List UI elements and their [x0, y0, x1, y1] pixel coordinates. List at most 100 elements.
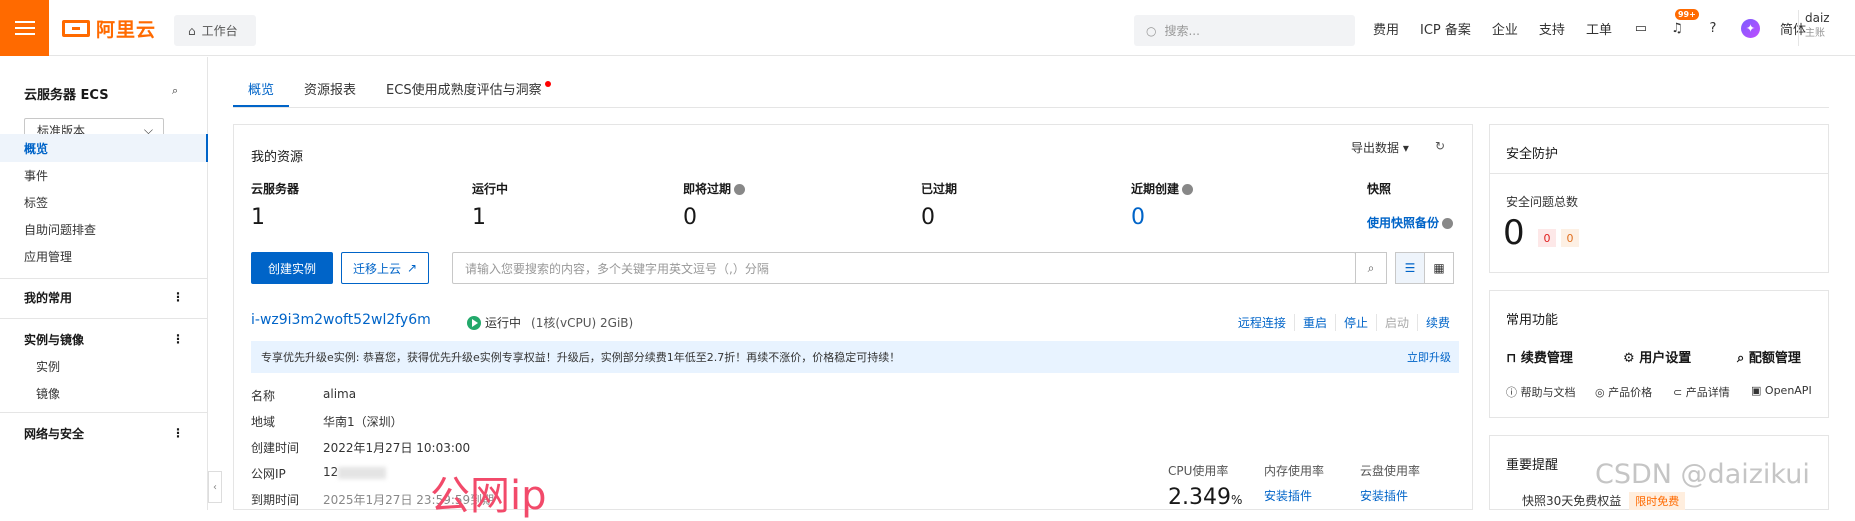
- refresh-icon[interactable]: ↻: [1435, 139, 1445, 153]
- sidebar: 云服务器 ECS ⌕ 标准版本 ⌵ 概览 事件 标签 自助问题排查 应用管理 我的…: [0, 57, 208, 510]
- instance-id-link[interactable]: i-wz9i3m2woft52wl2fy6m: [251, 312, 431, 328]
- more-icon[interactable]: ⋮: [172, 290, 184, 304]
- reminder-title: 重要提醒: [1506, 458, 1559, 473]
- help-icon[interactable]: ?: [1705, 20, 1721, 36]
- link-icon: ⊂: [1673, 386, 1683, 399]
- price-icon: ◎: [1595, 386, 1605, 399]
- nav-icp[interactable]: ICP 备案: [1420, 19, 1471, 38]
- user-account-menu[interactable]: daiz 主账: [1798, 10, 1830, 46]
- detail-value: 华南1（深圳）: [323, 415, 403, 429]
- filter-search-button[interactable]: ⌕: [1355, 252, 1387, 284]
- hamburger-menu-button[interactable]: [0, 0, 49, 56]
- detail-label: 公网IP: [251, 467, 286, 481]
- mid-risk-badge[interactable]: 0: [1561, 229, 1579, 247]
- instance-filter-input[interactable]: 请输入您要搜索的内容，多个关键字用英文逗号（,）分隔: [452, 252, 1356, 284]
- tab-resource-report[interactable]: 资源报表: [289, 73, 371, 107]
- stat-running[interactable]: 运行中 1: [472, 180, 508, 230]
- start-button[interactable]: 启动: [1375, 314, 1417, 331]
- info-icon[interactable]: [734, 184, 746, 195]
- sidebar-group-instances[interactable]: 实例与镜像 ⋮: [0, 325, 208, 353]
- global-search-input[interactable]: ○ 搜索...: [1134, 15, 1355, 46]
- install-plugin-link[interactable]: 安装插件: [1264, 487, 1324, 504]
- sidebar-item-tags[interactable]: 标签: [0, 188, 208, 216]
- sidebar-item-overview[interactable]: 概览: [0, 134, 208, 162]
- ai-assistant-icon[interactable]: ✦: [1740, 18, 1760, 38]
- stop-button[interactable]: 停止: [1334, 314, 1376, 331]
- list-view-toggle[interactable]: ☰: [1395, 252, 1425, 284]
- sidebar-item-instances[interactable]: 实例: [0, 352, 208, 380]
- stat-expiring[interactable]: 即将过期 0: [683, 180, 746, 230]
- nav-billing[interactable]: 费用: [1373, 19, 1399, 38]
- more-icon[interactable]: ⋮: [172, 426, 184, 440]
- home-icon: ⌂: [188, 23, 196, 38]
- stat-label: 已过期: [921, 182, 958, 196]
- bell-icon[interactable]: ♫ 99+: [1669, 9, 1699, 36]
- aliyun-logo[interactable]: 阿里云: [62, 16, 157, 41]
- sidebar-item-app-management[interactable]: 应用管理: [0, 242, 208, 270]
- pricing-link[interactable]: ◎ 产品价格: [1595, 384, 1652, 400]
- workbench-button[interactable]: ⌂ 工作台: [174, 15, 256, 46]
- tab-overview[interactable]: 概览: [233, 73, 290, 107]
- snapshot-backup-link[interactable]: 使用快照备份: [1367, 216, 1439, 230]
- chevron-left-icon: ‹: [213, 481, 217, 493]
- sidebar-group-favorites[interactable]: 我的常用 ⋮: [0, 283, 208, 311]
- info-icon[interactable]: [1182, 184, 1194, 195]
- export-data-dropdown[interactable]: 导出数据 ▾: [1351, 139, 1409, 156]
- product-details-label: 产品详情: [1685, 386, 1730, 399]
- disk-label: 云盘使用率: [1360, 464, 1421, 478]
- openapi-link[interactable]: ▣ OpenAPI: [1751, 384, 1812, 397]
- migrate-button[interactable]: 迁移上云 ↗: [341, 252, 429, 284]
- install-plugin-link[interactable]: 安装插件: [1360, 487, 1420, 504]
- sidebar-group-network[interactable]: 网络与安全 ⋮: [0, 419, 208, 447]
- help-docs-link[interactable]: ⓘ 帮助与文档: [1506, 384, 1576, 400]
- sidebar-item-events[interactable]: 事件: [0, 161, 208, 189]
- snapshot-link-wrap[interactable]: 使用快照备份: [1367, 214, 1454, 231]
- tab-divider: [233, 107, 1829, 108]
- terminal-icon[interactable]: ▭: [1633, 20, 1649, 36]
- reminder-item[interactable]: 快照30天免费权益 限时免费: [1522, 492, 1686, 510]
- high-risk-badge[interactable]: 0: [1538, 229, 1556, 247]
- notice-text: 专享优先升级e实例: 恭喜您，获得优先升级e实例专享权益！升级后，实例部分续费1…: [261, 351, 901, 364]
- brand-name: 阿里云: [96, 18, 157, 41]
- quota-management-link[interactable]: ⌕ 配额管理: [1737, 347, 1801, 366]
- remote-connect-button[interactable]: 远程连接: [1230, 314, 1294, 331]
- user-settings-link[interactable]: ⚙ 用户设置: [1623, 347, 1691, 366]
- workbench-label: 工作台: [201, 24, 238, 38]
- sidebar-item-self-diagnosis[interactable]: 自助问题排查: [0, 215, 208, 243]
- sidebar-collapse-button[interactable]: ‹: [208, 471, 222, 503]
- card-divider: [1490, 173, 1828, 174]
- sidebar-item-images[interactable]: 镜像: [0, 379, 208, 407]
- tab-maturity-assessment[interactable]: ECS使用成熟度评估与洞察: [371, 73, 557, 107]
- pricing-label: 产品价格: [1608, 386, 1653, 399]
- stat-recent[interactable]: 近期创建 0: [1131, 180, 1194, 230]
- renewal-management-link[interactable]: ⊓ 续费管理: [1506, 347, 1573, 366]
- gear-icon: ⚙: [1623, 351, 1635, 366]
- security-total-value[interactable]: 0: [1503, 213, 1525, 253]
- info-icon: ⓘ: [1506, 386, 1517, 399]
- api-icon: ▣: [1751, 384, 1762, 397]
- create-instance-button[interactable]: 创建实例: [251, 252, 333, 284]
- aliyun-logo-icon: [62, 19, 90, 37]
- stat-servers[interactable]: 云服务器 1: [251, 180, 299, 230]
- restart-button[interactable]: 重启: [1293, 314, 1335, 331]
- stat-label: 云服务器: [251, 182, 300, 196]
- list-icon: ☰: [1404, 261, 1416, 275]
- tab-bar: 概览 资源报表 ECS使用成熟度评估与洞察: [233, 73, 557, 107]
- sidebar-search-icon[interactable]: ⌕: [172, 84, 178, 98]
- upgrade-now-link[interactable]: 立即升级: [1407, 349, 1451, 365]
- product-details-link[interactable]: ⊂ 产品详情: [1673, 384, 1730, 400]
- info-icon[interactable]: [1442, 218, 1454, 229]
- grid-view-toggle[interactable]: ▦: [1424, 252, 1454, 284]
- resources-title: 我的资源: [251, 150, 304, 165]
- nav-ticket[interactable]: 工单: [1586, 19, 1612, 38]
- stat-expired[interactable]: 已过期 0: [921, 180, 957, 230]
- more-icon[interactable]: ⋮: [172, 332, 184, 346]
- renew-button[interactable]: 续费: [1416, 314, 1458, 331]
- nav-support[interactable]: 支持: [1539, 19, 1565, 38]
- user-name: daiz: [1805, 11, 1830, 25]
- tab-maturity-label: ECS使用成熟度评估与洞察: [386, 83, 542, 98]
- handwritten-annotation: 公网ip: [430, 473, 547, 519]
- stat-value: 0: [921, 205, 935, 230]
- filter-placeholder: 请输入您要搜索的内容，多个关键字用英文逗号（,）分隔: [465, 261, 769, 276]
- nav-enterprise[interactable]: 企业: [1492, 19, 1518, 38]
